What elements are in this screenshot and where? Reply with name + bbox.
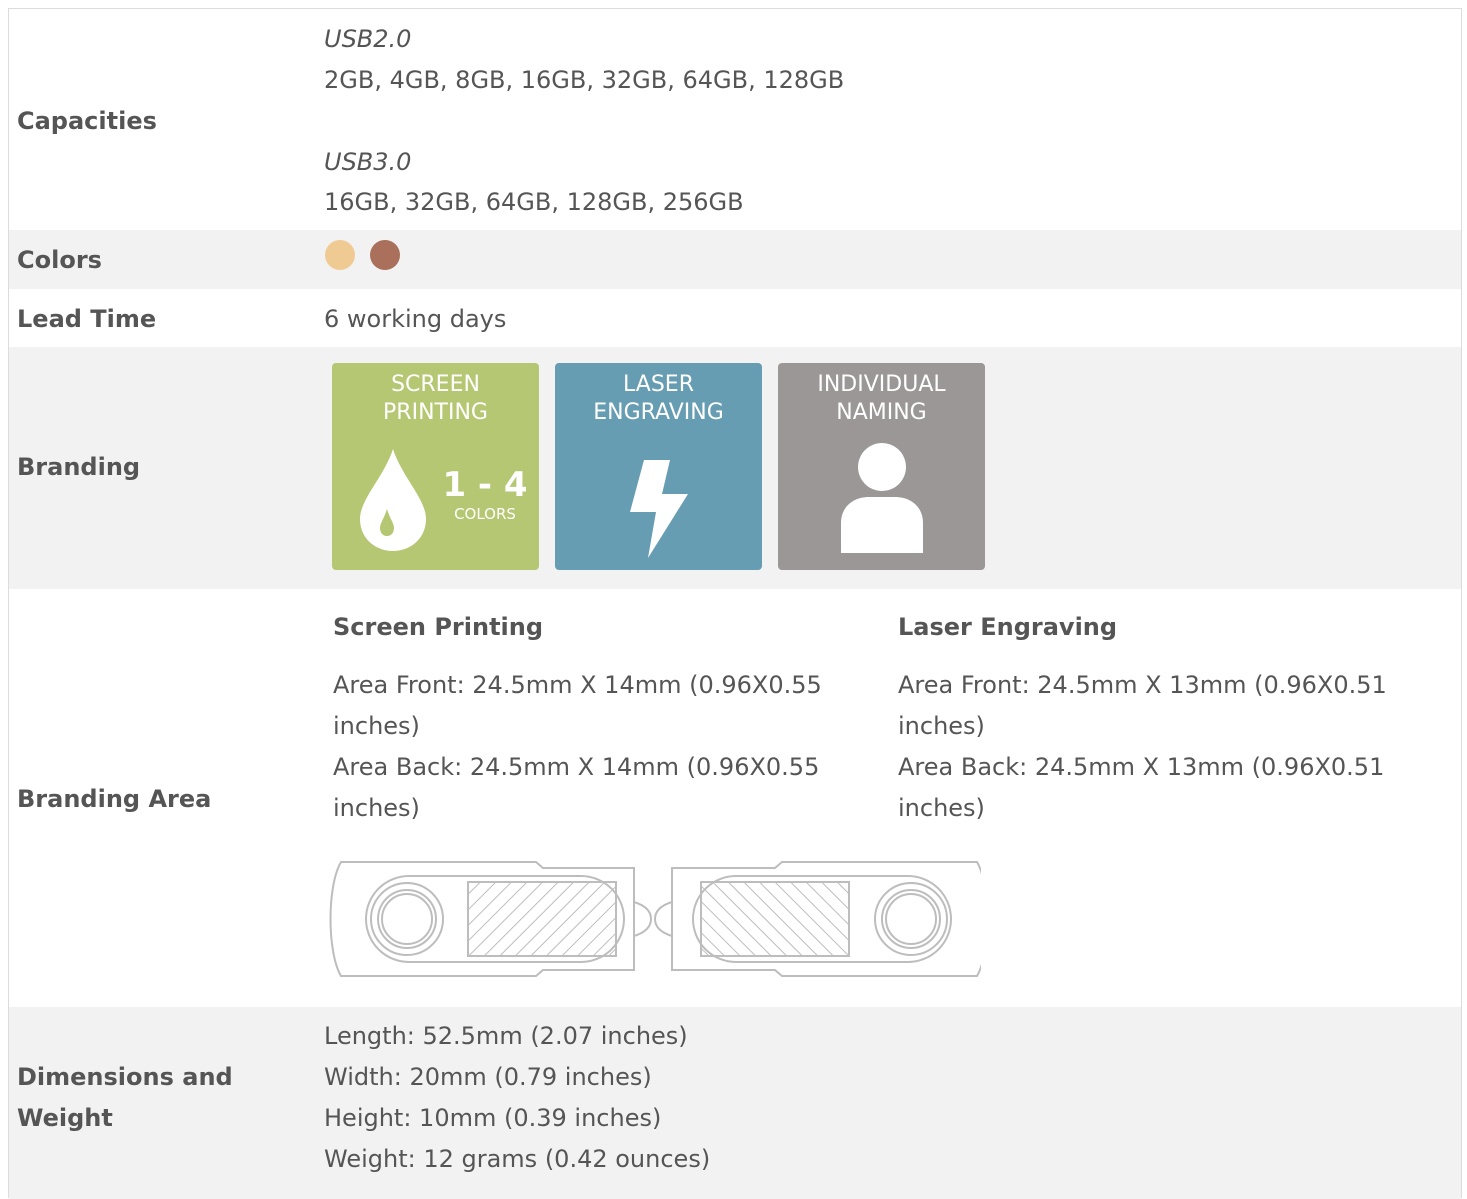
- usb-back-view: [653, 861, 981, 977]
- branding-row: Branding SCREEN PRINTING 1 - 4 COLORS LAS…: [9, 347, 1461, 589]
- dimension-length: Length: 52.5mm (2.07 inches): [324, 1022, 688, 1050]
- colors-label: Colors: [17, 246, 102, 274]
- usb2-capacities: 2GB, 4GB, 8GB, 16GB, 32GB, 64GB, 128GB: [324, 66, 845, 94]
- lead-time-value: 6 working days: [324, 305, 507, 333]
- laser-engraving-front-line1: Area Front: 24.5mm X 13mm (0.96X0.51: [898, 671, 1387, 699]
- dimension-weight: Weight: 12 grams (0.42 ounces): [324, 1145, 711, 1173]
- color-swatch-brown[interactable]: [370, 240, 400, 270]
- usb-front-view: [329, 861, 653, 977]
- screen-printing-back-line2: inches): [333, 794, 420, 822]
- color-swatch-beige[interactable]: [325, 240, 355, 270]
- usb3-title: USB3.0: [324, 148, 412, 176]
- individual-naming-tile: INDIVIDUAL NAMING: [778, 363, 985, 570]
- dimensions-label-line1: Dimensions and: [17, 1063, 233, 1091]
- laser-engraving-back-line1: Area Back: 24.5mm X 13mm (0.96X0.51: [898, 753, 1385, 781]
- spec-table: Capacities USB2.0 2GB, 4GB, 8GB, 16GB, 3…: [8, 8, 1462, 1199]
- color-range: 1 - 4: [442, 465, 528, 505]
- laser-engraving-heading: Laser Engraving: [898, 613, 1118, 641]
- dimension-width: Width: 20mm (0.79 inches): [324, 1063, 652, 1091]
- person-icon: [841, 443, 923, 553]
- colors-row: Colors: [9, 230, 1461, 289]
- usb-branding-area-illustration: [329, 861, 981, 977]
- screen-printing-front-line2: inches): [333, 712, 420, 740]
- lead-time-label: Lead Time: [17, 305, 157, 333]
- usb3-capacities: 16GB, 32GB, 64GB, 128GB, 256GB: [324, 188, 744, 216]
- screen-printing-heading: Screen Printing: [333, 613, 544, 641]
- capacities-row: Capacities USB2.0 2GB, 4GB, 8GB, 16GB, 3…: [9, 9, 1461, 230]
- branding-label: Branding: [17, 453, 141, 481]
- laser-engraving-title: LASER ENGRAVING: [593, 372, 724, 425]
- screen-printing-tile: SCREEN PRINTING 1 - 4 COLORS: [332, 363, 539, 570]
- screen-printing-front-line1: Area Front: 24.5mm X 14mm (0.96X0.55: [333, 671, 822, 699]
- dimensions-label-line2: Weight: [17, 1104, 113, 1132]
- colors-caption: COLORS: [454, 505, 516, 523]
- screen-printing-title: SCREEN PRINTING: [383, 372, 488, 425]
- dimension-height: Height: 10mm (0.39 inches): [324, 1104, 662, 1132]
- drop-icon: [360, 449, 426, 551]
- capacities-label: Capacities: [17, 107, 157, 135]
- laser-engraving-back-line2: inches): [898, 794, 985, 822]
- usb2-title: USB2.0: [324, 25, 412, 53]
- lightning-icon: [630, 460, 688, 558]
- lead-time-row: Lead Time 6 working days: [9, 289, 1461, 347]
- laser-engraving-tile: LASER ENGRAVING: [555, 363, 762, 570]
- individual-naming-title: INDIVIDUAL NAMING: [817, 372, 946, 425]
- branding-area-row: Branding Area Screen Printing Area Front…: [9, 589, 1461, 1007]
- laser-engraving-front-line2: inches): [898, 712, 985, 740]
- branding-area-label: Branding Area: [17, 785, 212, 813]
- dimensions-row: Dimensions and Weight Length: 52.5mm (2.…: [9, 1007, 1461, 1199]
- screen-printing-back-line1: Area Back: 24.5mm X 14mm (0.96X0.55: [333, 753, 820, 781]
